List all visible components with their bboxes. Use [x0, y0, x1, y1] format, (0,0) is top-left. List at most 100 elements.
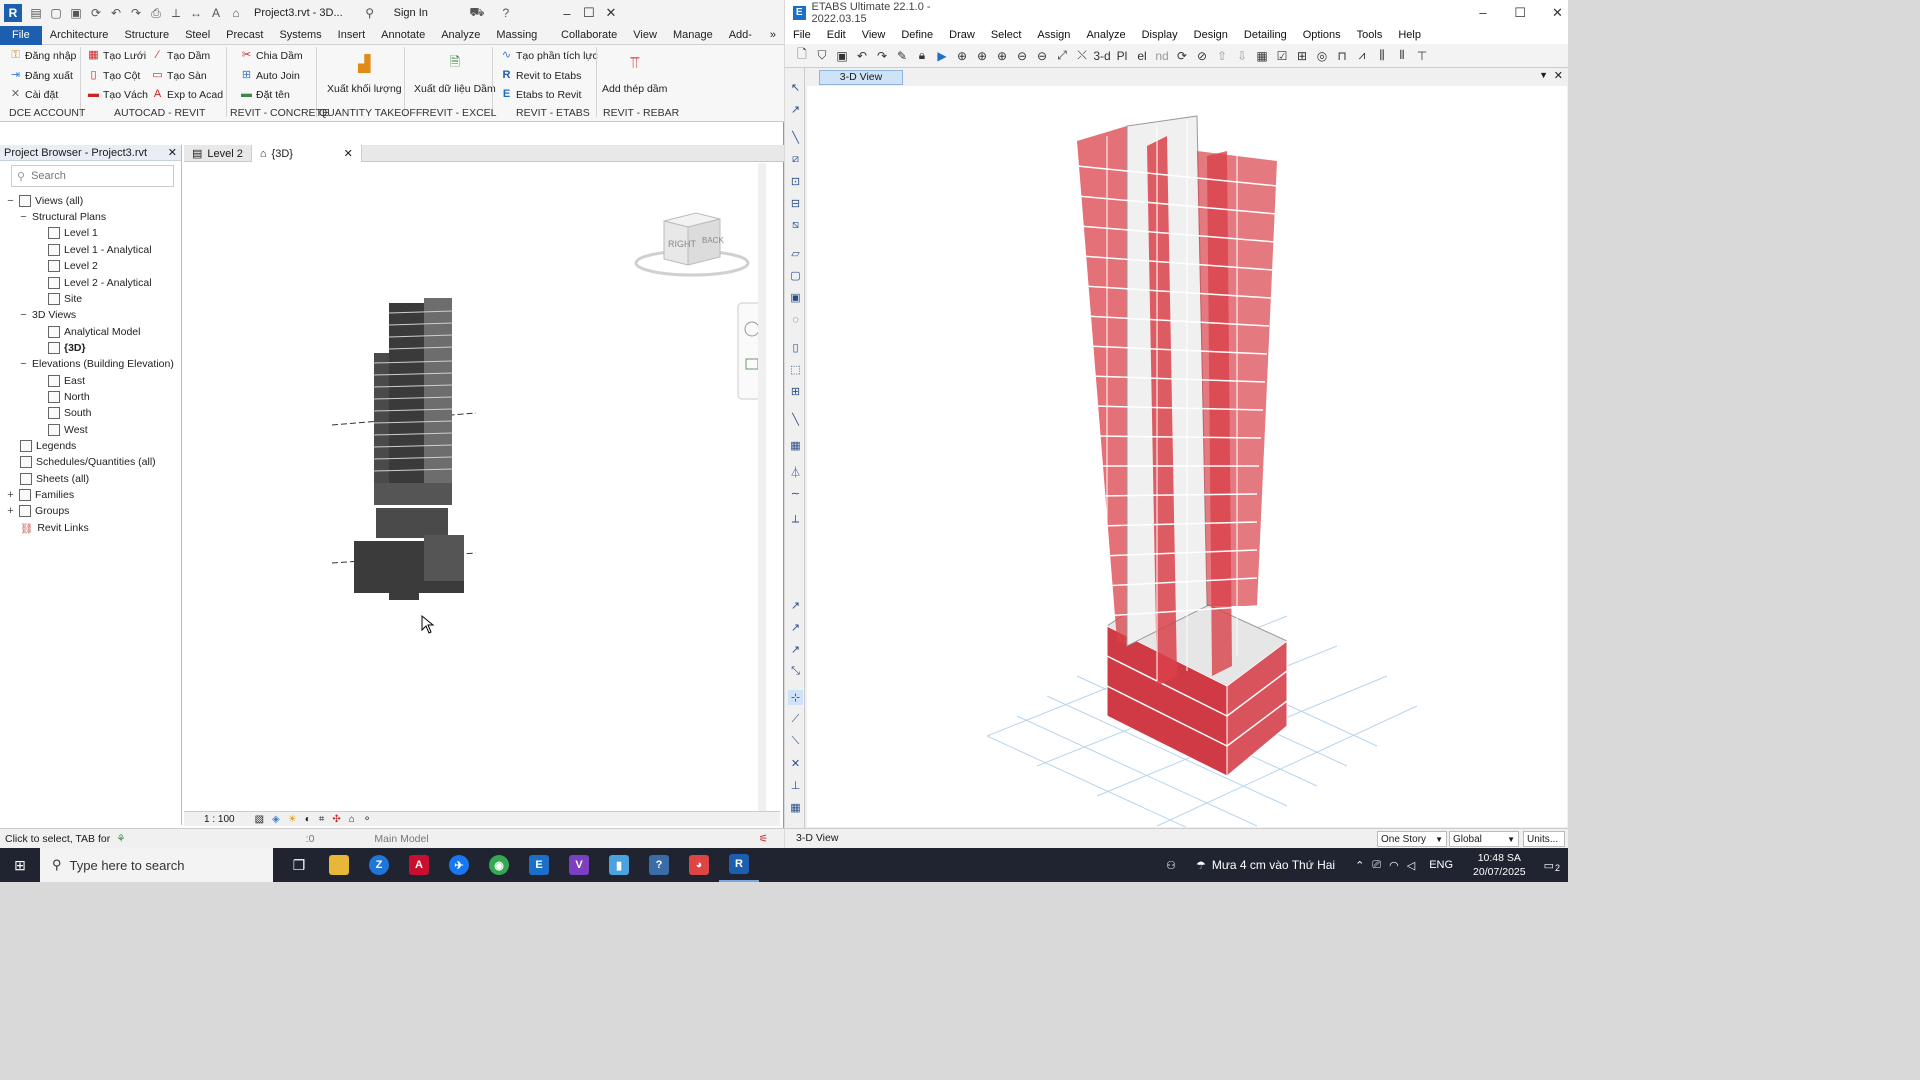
dimension-icon[interactable]: ↔ [187, 4, 205, 22]
tree-elevations[interactable]: − Elevations (Building Elevation) [19, 356, 174, 372]
snap-grid-icon[interactable]: ▦ [788, 800, 803, 815]
expand-icon[interactable]: + [6, 505, 15, 517]
people-icon[interactable]: ⚇ [1166, 859, 1176, 872]
tree-legends[interactable]: Legends [20, 438, 76, 454]
reveal-icon[interactable]: ⌂ [349, 814, 355, 825]
pencil-icon[interactable]: ✎ [893, 47, 911, 65]
tree-structural-plans[interactable]: − Structural Plans [19, 209, 106, 225]
export-acad-button[interactable]: A Exp to Acad [151, 88, 223, 101]
menu-tools[interactable]: Tools [1349, 29, 1391, 41]
menu-edit[interactable]: Edit [819, 29, 854, 41]
cart-icon[interactable]: ⛟ [468, 4, 486, 22]
export-quantity-button[interactable]: ▟ Xuất khối lượng [327, 53, 402, 95]
tab-systems[interactable]: Systems [271, 26, 329, 45]
detail-level-icon[interactable]: ▧ [255, 814, 264, 825]
draw-column-icon[interactable]: ⊡ [788, 174, 803, 189]
building-model[interactable] [354, 298, 464, 600]
minimize-button[interactable]: – [1472, 3, 1493, 23]
view-scale[interactable]: 1 : 100 [204, 814, 235, 825]
dropdown-icon[interactable]: ▼ [1539, 70, 1548, 80]
settings-button[interactable]: ✕ Cài đặt [9, 88, 58, 101]
menu-design[interactable]: Design [1186, 29, 1236, 41]
create-wall-button[interactable]: ▬ Tạo Vách [87, 88, 148, 101]
volume-icon[interactable]: ◁ [1407, 859, 1415, 872]
tab-analyze[interactable]: Analyze [433, 26, 488, 45]
set-display-icon[interactable]: ▦ [1253, 47, 1271, 65]
link-icon[interactable]: ⊤ [1413, 47, 1431, 65]
close-button[interactable]: ✕ [1547, 3, 1568, 23]
menu-draw[interactable]: Draw [941, 29, 983, 41]
revit-taskbar-icon[interactable]: R [719, 848, 759, 882]
python-icon[interactable]: ? [639, 848, 679, 882]
menu-display[interactable]: Display [1134, 29, 1186, 41]
tab-massing-site[interactable]: Massing & Site [488, 26, 553, 60]
text-icon[interactable]: A [207, 4, 225, 22]
draw-brace-icon[interactable]: ⧄ [788, 152, 803, 167]
tab-3d[interactable]: ⌂ {3D} ✕ [251, 145, 362, 162]
close-tab-icon[interactable]: ✕ [344, 147, 353, 160]
menu-analyze[interactable]: Analyze [1078, 29, 1133, 41]
run-icon[interactable]: ▶ [933, 47, 951, 65]
shadows-icon[interactable]: ◐ [305, 814, 311, 825]
start-button[interactable]: ⊞ [0, 848, 40, 882]
coord-selector[interactable]: Global ▼ [1449, 831, 1519, 847]
task-view-icon[interactable]: ❐ [279, 848, 319, 882]
rotate-icon[interactable]: ⤬ [1073, 47, 1091, 65]
add-beam-rebar-button[interactable]: ⫪ Add thép dầm [602, 53, 667, 95]
menu-detailing[interactable]: Detailing [1236, 29, 1295, 41]
more-tabs-icon[interactable]: » [762, 26, 784, 45]
etabs-3d-canvas[interactable] [807, 86, 1567, 847]
story-selector[interactable]: One Story ▼ [1377, 831, 1447, 847]
close-view-icon[interactable]: ✕ [1554, 69, 1563, 82]
tab-manage[interactable]: Manage [665, 26, 721, 45]
etabs-3d-view[interactable] [807, 86, 1567, 847]
view-plan-button[interactable]: Pl [1113, 47, 1131, 65]
tab-steel[interactable]: Steel [177, 26, 218, 45]
model-selector[interactable]: Main Model [374, 833, 428, 845]
tree-families[interactable]: + Families [6, 487, 74, 503]
app-icon[interactable]: ▮ [599, 848, 639, 882]
redo-icon[interactable]: ↷ [873, 47, 891, 65]
help-icon[interactable]: ? [497, 4, 515, 22]
display-icon[interactable]: ⊘ [1193, 47, 1211, 65]
undo-icon[interactable]: ↶ [107, 4, 125, 22]
vertical-scrollbar[interactable] [758, 163, 766, 811]
chrome-icon[interactable]: ◉ [479, 848, 519, 882]
close-button[interactable]: ✕ [600, 3, 622, 23]
draw-frame-icon[interactable]: ╲ [788, 130, 803, 145]
maximize-button[interactable]: ☐ [578, 3, 600, 23]
tab-file[interactable]: File [0, 25, 42, 45]
meet-icon[interactable]: ⎚ [1372, 859, 1381, 872]
menu-define[interactable]: Define [893, 29, 941, 41]
autocad-icon[interactable]: A [399, 848, 439, 882]
language-indicator[interactable]: ENG [1429, 859, 1453, 871]
tree-site[interactable]: Site [48, 291, 82, 307]
revit-to-etabs-button[interactable]: R Revit to Etabs [500, 69, 582, 82]
draw-beam-icon[interactable]: ⊟ [788, 196, 803, 211]
tab-annotate[interactable]: Annotate [373, 26, 433, 45]
binoculars-icon[interactable]: ⚲ [361, 4, 379, 22]
tree-level-2[interactable]: Level 2 [48, 258, 98, 274]
redo-icon[interactable]: ↷ [127, 4, 145, 22]
tree-west[interactable]: West [48, 422, 88, 438]
zoom-out-icon[interactable]: ⊖ [1013, 47, 1031, 65]
draw-secondary-icon[interactable]: ⧅ [788, 218, 803, 233]
file-explorer-icon[interactable] [319, 848, 359, 882]
frame-icon[interactable]: ⊓ [1333, 47, 1351, 65]
refresh-icon[interactable]: ⟳ [1173, 47, 1191, 65]
close-icon[interactable]: ✕ [168, 146, 177, 159]
tray-chevron-icon[interactable]: ⌃ [1355, 859, 1364, 872]
weather-text[interactable]: Mưa 4 cm vào Thứ Hai [1212, 858, 1335, 872]
revit-3d-view[interactable]: RIGHT BACK [184, 163, 767, 811]
etabs-taskbar-icon[interactable]: E [519, 848, 559, 882]
tab-architecture[interactable]: Architecture [42, 26, 117, 45]
clock[interactable]: 10:48 SA 20/07/2025 [1473, 851, 1526, 879]
sync-icon[interactable]: ⟳ [87, 4, 105, 22]
tree-groups[interactable]: + Groups [6, 503, 69, 519]
open-icon[interactable]: ▢ [47, 4, 65, 22]
visual-style-icon[interactable]: ◈ [272, 814, 280, 825]
tree-3d[interactable]: {3D} [48, 340, 86, 356]
draw-section-icon[interactable]: ⏃ [788, 464, 803, 479]
draw-link-icon[interactable]: ╲ [788, 412, 803, 427]
menu-select[interactable]: Select [983, 29, 1030, 41]
